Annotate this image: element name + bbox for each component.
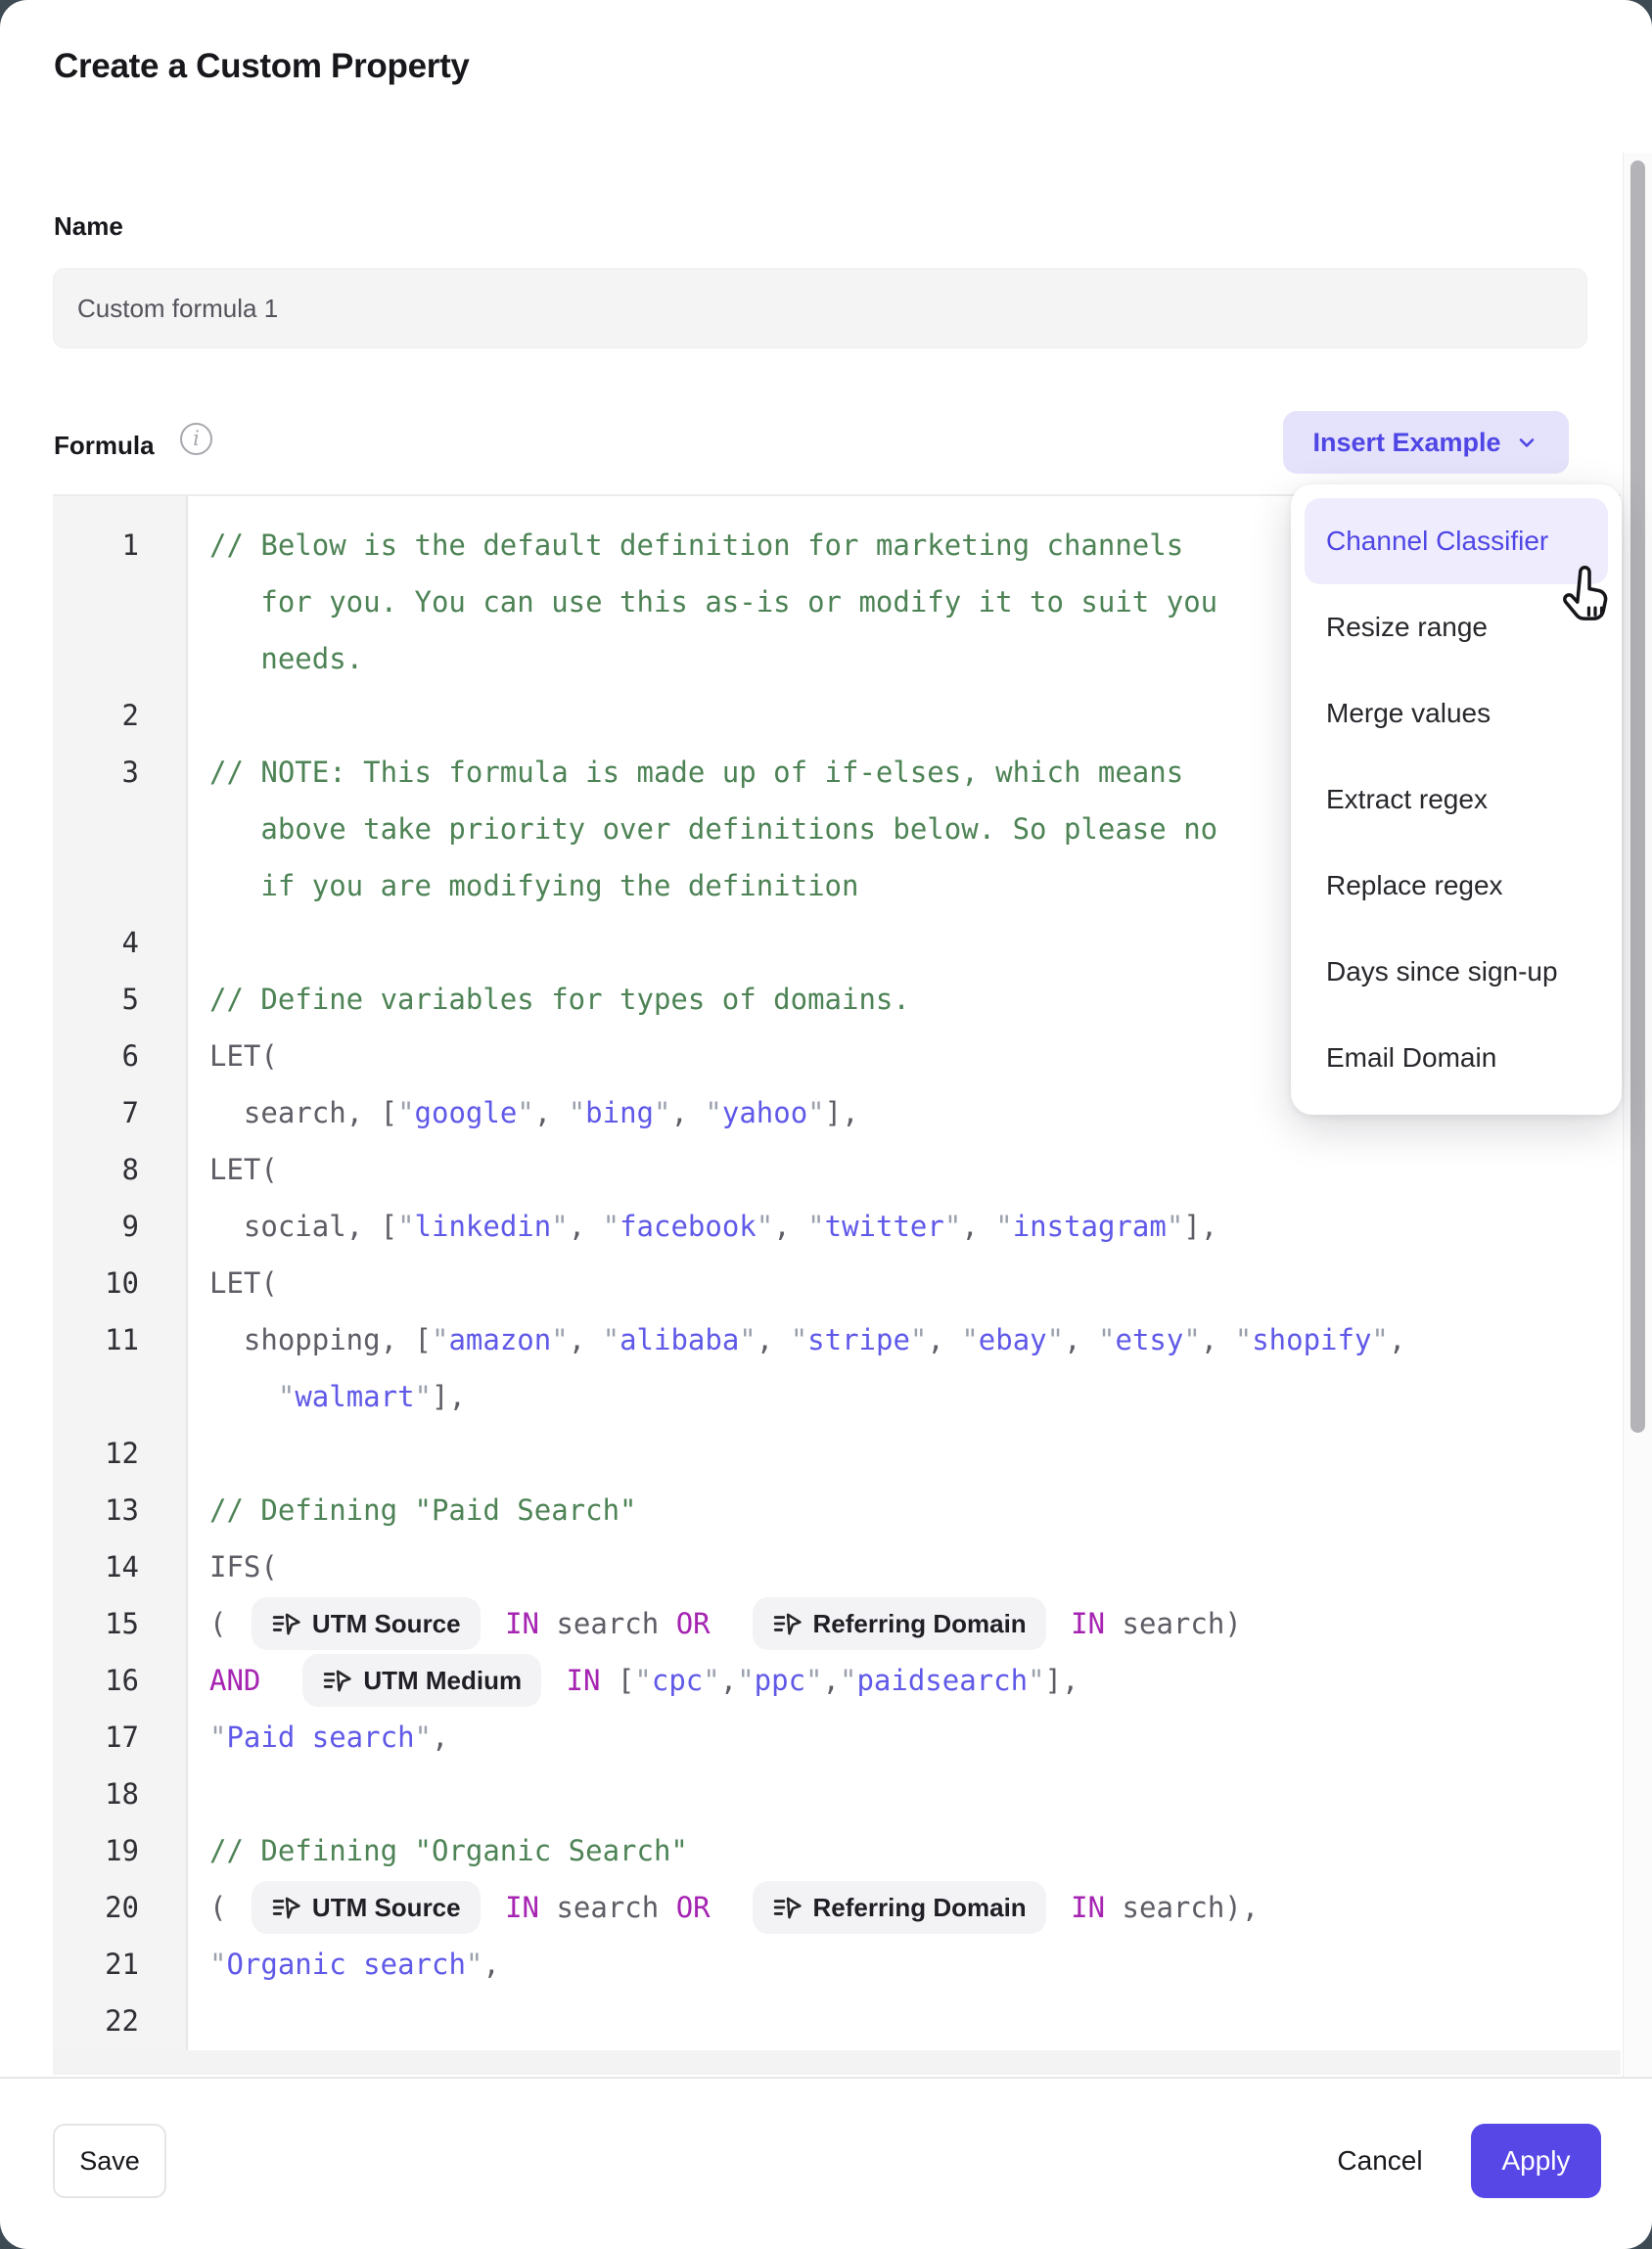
chevron-down-icon: [1514, 430, 1539, 455]
name-input[interactable]: [53, 268, 1587, 348]
code-row: 11 shopping, ["amazon", "alibaba", "stri…: [53, 1311, 1621, 1368]
insert-example-menu: Channel ClassifierResize rangeMerge valu…: [1291, 484, 1622, 1115]
line-number: 9: [53, 1210, 188, 1243]
code-row: 20( UTM Source IN search OR Referring Do…: [53, 1879, 1621, 1936]
variable-chip-label: Referring Domain: [813, 1893, 1027, 1923]
line-number: 15: [53, 1607, 188, 1640]
variable-chip-label: UTM Source: [312, 1893, 461, 1923]
line-number: 19: [53, 1834, 188, 1867]
formula-label: Formula: [54, 431, 155, 461]
code-row: 22: [53, 1993, 1621, 2049]
variable-chip-icon: [322, 1666, 351, 1695]
line-number: 11: [53, 1323, 188, 1356]
variable-chip-icon: [271, 1609, 300, 1638]
variable-chip-icon: [772, 1893, 802, 1922]
code-row: 14IFS(: [53, 1538, 1621, 1595]
line-number: 3: [53, 756, 188, 789]
code-row: 17"Paid search",: [53, 1709, 1621, 1766]
line-number: 17: [53, 1721, 188, 1754]
line-number: 16: [53, 1664, 188, 1697]
variable-chip[interactable]: Referring Domain: [753, 1881, 1046, 1934]
code-row: 13// Defining "Paid Search": [53, 1482, 1621, 1538]
variable-chip-label: UTM Medium: [363, 1666, 522, 1696]
line-number: 22: [53, 2004, 188, 2038]
line-number: 10: [53, 1266, 188, 1300]
variable-chip[interactable]: UTM Medium: [302, 1654, 541, 1707]
line-number: 12: [53, 1437, 188, 1470]
code-row: 18: [53, 1766, 1621, 1822]
variable-chip-label: Referring Domain: [813, 1609, 1027, 1639]
line-number: 8: [53, 1153, 188, 1186]
variable-chip-label: UTM Source: [312, 1609, 461, 1639]
menu-item-days-since-sign-up[interactable]: Days since sign-up: [1305, 929, 1608, 1015]
insert-example-button[interactable]: Insert Example: [1283, 411, 1569, 474]
info-icon[interactable]: i: [180, 423, 212, 455]
variable-chip[interactable]: UTM Source: [252, 1881, 481, 1934]
apply-button[interactable]: Apply: [1471, 2124, 1601, 2198]
menu-item-email-domain[interactable]: Email Domain: [1305, 1015, 1608, 1101]
variable-chip-icon: [271, 1893, 300, 1922]
modal-title: Create a Custom Property: [54, 47, 470, 86]
save-button[interactable]: Save: [53, 2124, 166, 2198]
code-row: "walmart"],: [53, 1368, 1621, 1425]
menu-item-channel-classifier[interactable]: Channel Classifier: [1305, 498, 1608, 584]
footer-divider: [0, 2077, 1652, 2079]
code-row: 15( UTM Source IN search OR Referring Do…: [53, 1595, 1621, 1652]
code-row: 16AND UTM Medium IN ["cpc","ppc","paidse…: [53, 1652, 1621, 1709]
variable-chip-icon: [772, 1609, 802, 1638]
variable-chip[interactable]: Referring Domain: [753, 1597, 1046, 1650]
code-row: 10LET(: [53, 1255, 1621, 1311]
horizontal-scrollbar-track[interactable]: [53, 2050, 1621, 2075]
vertical-scrollbar-thumb[interactable]: [1630, 161, 1645, 1433]
line-number: 4: [53, 926, 188, 959]
code-row: 21"Organic search",: [53, 1936, 1621, 1993]
menu-item-merge-values[interactable]: Merge values: [1305, 670, 1608, 757]
line-number: 6: [53, 1039, 188, 1073]
line-number: 5: [53, 983, 188, 1016]
line-number: 7: [53, 1096, 188, 1129]
line-number: 1: [53, 528, 188, 562]
menu-item-replace-regex[interactable]: Replace regex: [1305, 843, 1608, 929]
create-custom-property-modal: Create a Custom Property Name Formula i …: [0, 0, 1652, 2249]
code-row: 8LET(: [53, 1141, 1621, 1198]
line-number: 13: [53, 1493, 188, 1527]
vertical-scrollbar-track[interactable]: [1623, 153, 1652, 2077]
line-number: 2: [53, 699, 188, 732]
code-row: 19// Defining "Organic Search": [53, 1822, 1621, 1879]
menu-item-resize-range[interactable]: Resize range: [1305, 584, 1608, 670]
line-number: 14: [53, 1550, 188, 1583]
line-number: 20: [53, 1891, 188, 1924]
insert-example-label: Insert Example: [1312, 428, 1500, 458]
cancel-button[interactable]: Cancel: [1311, 2124, 1448, 2198]
line-number: 21: [53, 1948, 188, 1981]
name-label: Name: [54, 211, 123, 242]
code-row: 12: [53, 1425, 1621, 1482]
variable-chip[interactable]: UTM Source: [252, 1597, 481, 1650]
menu-item-extract-regex[interactable]: Extract regex: [1305, 757, 1608, 843]
line-number: 18: [53, 1777, 188, 1811]
code-row: 9 social, ["linkedin", "facebook", "twit…: [53, 1198, 1621, 1255]
